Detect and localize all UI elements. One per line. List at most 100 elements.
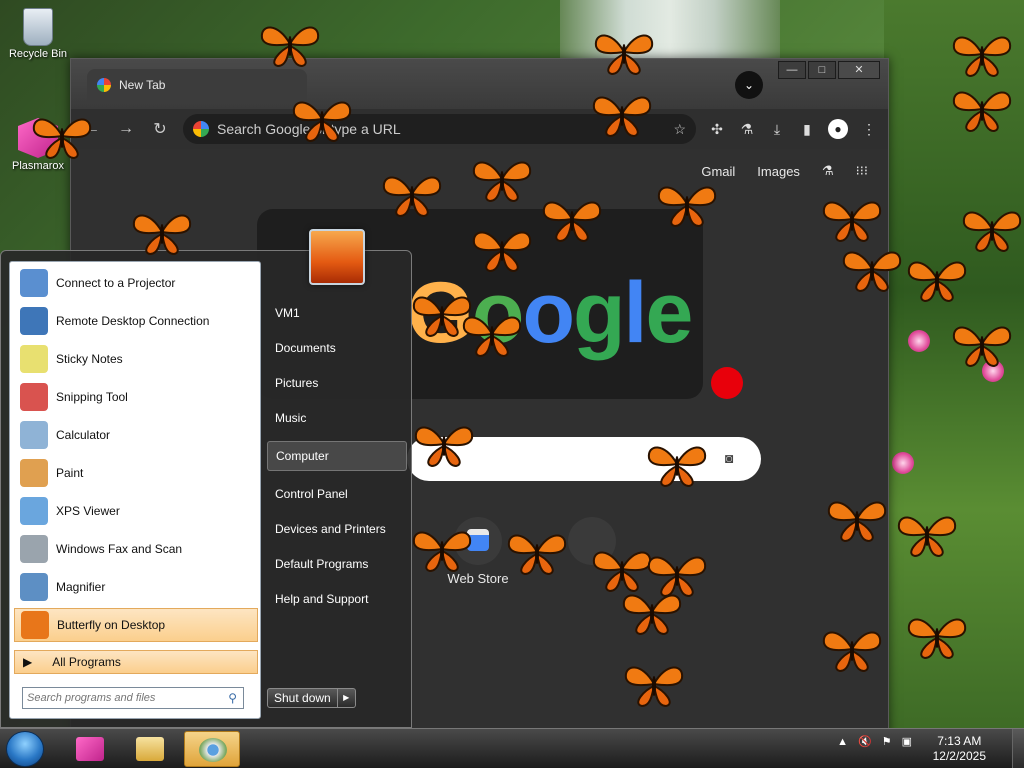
reload-button[interactable]: ↻ <box>149 119 171 139</box>
minimize-button[interactable]: — <box>778 61 806 79</box>
start-right-default-programs[interactable]: Default Programs <box>267 549 407 579</box>
star-icon[interactable]: ☆ <box>673 121 686 138</box>
start-right-documents[interactable]: Documents <box>267 333 407 363</box>
action-center-icon[interactable]: ⚑ <box>882 735 892 748</box>
start-right-computer[interactable]: Computer <box>267 441 407 471</box>
download-icon[interactable]: ⤓ <box>768 121 786 138</box>
program-remote-desktop[interactable]: Remote Desktop Connection <box>14 304 258 338</box>
program-connect-to-projector[interactable]: Connect to a Projector <box>14 266 258 300</box>
menu-icon[interactable]: ⋮ <box>860 121 878 138</box>
profile-icon[interactable]: ● <box>828 119 848 139</box>
item-label: Computer <box>276 449 329 463</box>
images-link[interactable]: Images <box>757 164 800 179</box>
close-button[interactable]: ✕ <box>838 61 880 79</box>
shutdown-button[interactable]: Shut down <box>267 688 338 708</box>
start-menu-programs: Connect to a Projector Remote Desktop Co… <box>9 261 261 719</box>
shortcut-label: Web Store <box>447 571 509 586</box>
butterfly <box>382 176 442 217</box>
program-paint[interactable]: Paint <box>14 456 258 490</box>
taskbar-app-chrome[interactable] <box>184 731 240 767</box>
start-search-box[interactable]: ⚲ <box>22 687 244 709</box>
butterfly <box>462 316 522 357</box>
butterfly <box>657 186 717 227</box>
start-button[interactable] <box>6 731 44 767</box>
butterfly <box>822 631 882 672</box>
program-label: XPS Viewer <box>56 504 120 518</box>
start-search-input[interactable] <box>23 688 213 708</box>
butterfly <box>507 534 567 575</box>
network-icon[interactable]: ▣ <box>902 735 912 748</box>
plasmarox-icon <box>76 737 104 761</box>
butterfly <box>907 618 967 659</box>
projector-icon <box>20 269 48 297</box>
window-controls: — □ ✕ <box>778 61 880 79</box>
forward-button[interactable]: → <box>115 120 137 138</box>
program-calculator[interactable]: Calculator <box>14 418 258 452</box>
item-label: Control Panel <box>275 487 348 501</box>
butterfly <box>32 118 92 159</box>
shutdown-options-button[interactable]: ▶ <box>337 688 356 708</box>
tab-search-button[interactable]: ⌄ <box>735 71 763 99</box>
butterfly <box>414 426 474 467</box>
magnifier-icon <box>20 573 48 601</box>
extensions-icon[interactable]: ✣ <box>708 121 726 138</box>
user-picture[interactable] <box>309 229 365 285</box>
start-right-help-support[interactable]: Help and Support <box>267 584 407 614</box>
taskbar-app-explorer[interactable] <box>122 731 178 767</box>
item-label: Music <box>275 411 307 425</box>
wallpaper-flower <box>892 452 914 474</box>
desktop-icon-recycle-bin[interactable]: Recycle Bin <box>3 8 73 60</box>
program-butterfly-on-desktop[interactable]: Butterfly on Desktop <box>14 608 258 642</box>
doodle-share-dot[interactable] <box>711 367 743 399</box>
all-programs-label: All Programs <box>52 655 121 669</box>
side-panel-icon[interactable]: ▮ <box>798 121 816 138</box>
program-sticky-notes[interactable]: Sticky Notes <box>14 342 258 376</box>
butterfly <box>827 501 887 542</box>
start-right-music[interactable]: Music <box>267 403 407 433</box>
butterfly <box>822 201 882 242</box>
volume-muted-icon[interactable]: 🔇 <box>858 735 872 748</box>
tray-overflow-icon[interactable]: ▲ <box>837 736 848 748</box>
start-right-pictures[interactable]: Pictures <box>267 368 407 398</box>
tab-title: New Tab <box>119 78 166 92</box>
butterfly <box>622 594 682 635</box>
program-xps-viewer[interactable]: XPS Viewer <box>14 494 258 528</box>
program-magnifier[interactable]: Magnifier <box>14 570 258 604</box>
maximize-button[interactable]: □ <box>808 61 836 79</box>
item-label: VM1 <box>275 306 300 320</box>
clock[interactable]: 7:13 AM 12/2/2025 <box>933 734 986 764</box>
butterfly <box>962 211 1022 252</box>
remote-desktop-icon <box>20 307 48 335</box>
apps-grid-icon[interactable]: ⁝⁝⁝ <box>856 163 868 179</box>
labs-icon[interactable]: ⚗ <box>738 121 756 138</box>
butterfly <box>472 161 532 202</box>
labs-flask-icon[interactable]: ⚗ <box>822 163 834 179</box>
butterfly <box>842 251 902 292</box>
clock-date: 12/2/2025 <box>932 749 986 763</box>
program-label: Snipping Tool <box>56 390 128 404</box>
chrome-icon <box>97 78 111 92</box>
search-icon: ⚲ <box>228 691 237 705</box>
calculator-icon <box>20 421 48 449</box>
program-label: Magnifier <box>56 580 106 594</box>
start-right-vm1[interactable]: VM1 <box>267 298 407 328</box>
item-label: Documents <box>275 341 336 355</box>
tab-new-tab[interactable]: New Tab <box>87 69 307 101</box>
camera-icon[interactable]: ◙ <box>725 450 743 468</box>
snipping-tool-icon <box>20 383 48 411</box>
start-menu: Connect to a Projector Remote Desktop Co… <box>0 229 412 728</box>
fax-scan-icon <box>20 535 48 563</box>
recycle-bin-icon <box>23 8 53 46</box>
item-label: Pictures <box>275 376 319 390</box>
item-label: Default Programs <box>275 557 369 571</box>
start-right-control-panel[interactable]: Control Panel <box>267 479 407 509</box>
wallpaper-flower <box>908 330 930 352</box>
program-fax-and-scan[interactable]: Windows Fax and Scan <box>14 532 258 566</box>
show-desktop-button[interactable] <box>1012 729 1024 768</box>
start-right-devices-printers[interactable]: Devices and Printers <box>267 514 407 544</box>
gmail-link[interactable]: Gmail <box>701 164 735 179</box>
program-snipping-tool[interactable]: Snipping Tool <box>14 380 258 414</box>
butterfly <box>952 36 1012 77</box>
all-programs-button[interactable]: ▶ All Programs <box>14 650 258 674</box>
taskbar-app-plasmarox[interactable] <box>62 731 118 767</box>
